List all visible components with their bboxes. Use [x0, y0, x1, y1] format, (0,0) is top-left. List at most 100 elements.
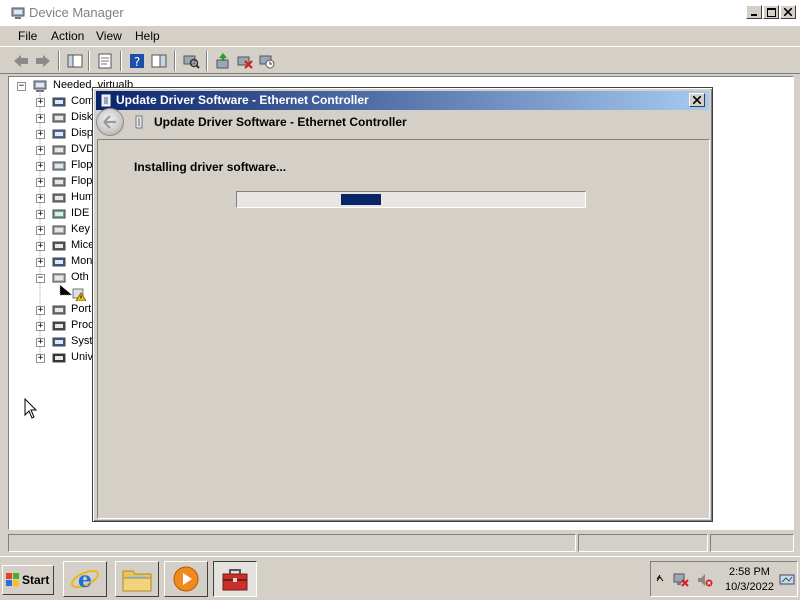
expand-icon[interactable]: +: [36, 98, 45, 107]
svg-text:e: e: [78, 567, 92, 593]
taskbar-app-windows-explorer[interactable]: [115, 561, 159, 597]
processor-icon: [52, 321, 66, 331]
wizard-content: Installing driver software...: [97, 139, 710, 519]
network-adapter-icon: [135, 115, 143, 129]
show-hidden-icons-chevron[interactable]: [656, 575, 664, 583]
tree-item-label: Disp: [71, 127, 94, 139]
taskbar-app-media-player[interactable]: [164, 561, 208, 597]
tree-item-label: Key: [71, 223, 90, 235]
scan-hardware-icon[interactable]: [182, 52, 200, 70]
expand-icon[interactable]: +: [36, 210, 45, 219]
tree-item-label: Flop: [71, 175, 93, 187]
expand-icon[interactable]: +: [36, 306, 45, 315]
device-manager-icon: [11, 7, 25, 19]
clock-time[interactable]: 2:58 PM: [729, 566, 770, 578]
ports-icon: [52, 305, 66, 315]
tree-item-label: Mon: [71, 255, 93, 267]
menu-action[interactable]: Action: [51, 29, 84, 43]
wizard-header-title: Update Driver Software - Ethernet Contro…: [154, 115, 407, 129]
menu-bar: File Action View Help: [0, 26, 800, 46]
back-icon[interactable]: [12, 52, 30, 70]
expand-icon[interactable]: +: [36, 130, 45, 139]
status-cell: [578, 534, 708, 552]
dvd-drive-icon: [52, 145, 66, 155]
uninstall-icon[interactable]: [236, 52, 254, 70]
tree-item-label: Proc: [71, 319, 94, 331]
tree-item-label: DVD: [71, 143, 95, 155]
toolbar-separator: [174, 51, 176, 71]
properties-icon[interactable]: [96, 52, 114, 70]
menu-view[interactable]: View: [96, 29, 122, 43]
taskbar: Start e 2:58 PM 10/3/2022: [0, 556, 800, 600]
forward-icon[interactable]: [34, 52, 52, 70]
maximize-button[interactable]: [763, 5, 779, 19]
tree-item-label: Hum: [71, 191, 95, 203]
volume-muted-icon[interactable]: [697, 573, 713, 587]
toolbar-separator: [206, 51, 208, 71]
dialog-title: Update Driver Software - Ethernet Contro…: [116, 93, 369, 107]
expand-icon[interactable]: +: [36, 242, 45, 251]
expand-icon[interactable]: +: [36, 354, 45, 363]
unknown-device-warning-icon: [72, 288, 86, 301]
action-pane-icon[interactable]: [150, 52, 168, 70]
action-center-icon[interactable]: [779, 574, 795, 586]
start-button[interactable]: Start: [2, 565, 54, 595]
ide-controller-icon: [52, 209, 66, 219]
expand-icon[interactable]: +: [36, 162, 45, 171]
maximize-icon: [766, 7, 776, 17]
tree-item-label: Com: [71, 95, 95, 107]
toolbar: ?: [0, 46, 800, 74]
disk-drive-icon: [52, 113, 66, 123]
window-title: Device Manager: [29, 5, 124, 20]
close-icon: [693, 96, 701, 104]
close-button[interactable]: [780, 5, 796, 19]
mouse-icon: [52, 241, 66, 251]
minimize-button[interactable]: [746, 5, 762, 19]
tree-item-label: Syst: [71, 335, 93, 347]
toolbar-separator: [120, 51, 122, 71]
taskbar-app-internet-explorer[interactable]: e: [63, 561, 107, 597]
show-hide-console-tree-icon[interactable]: [66, 52, 84, 70]
start-label: Start: [22, 573, 50, 587]
expand-icon[interactable]: +: [36, 146, 45, 155]
expand-icon[interactable]: +: [36, 258, 45, 267]
dialog-title-bar[interactable]: Update Driver Software - Ethernet Contro…: [96, 91, 709, 110]
tree-item-label: Flop: [71, 159, 93, 171]
expand-icon[interactable]: +: [36, 338, 45, 347]
notification-area: 2:58 PM 10/3/2022: [650, 561, 798, 597]
tree-item-label: Mice: [71, 239, 95, 251]
update-driver-icon[interactable]: [214, 52, 232, 70]
menu-file[interactable]: File: [18, 29, 37, 43]
dialog-close-button[interactable]: [689, 93, 705, 107]
expand-icon[interactable]: +: [36, 178, 45, 187]
toolbar-separator: [88, 51, 90, 71]
disable-icon[interactable]: [258, 52, 276, 70]
minimize-icon: [751, 14, 757, 16]
expand-icon[interactable]: +: [36, 114, 45, 123]
menu-help[interactable]: Help: [135, 29, 160, 43]
floppy-controller-icon: [52, 161, 66, 171]
internet-explorer-icon: e: [71, 567, 99, 593]
collapse-icon[interactable]: −: [17, 82, 26, 91]
title-bar[interactable]: Device Manager: [0, 0, 800, 26]
expand-icon[interactable]: +: [36, 322, 45, 331]
status-bar: [0, 534, 800, 554]
clock-date[interactable]: 10/3/2022: [725, 581, 774, 593]
help-icon[interactable]: ?: [128, 52, 146, 70]
progress-marquee-block: [341, 194, 381, 205]
taskbar-app-device-manager[interactable]: [213, 561, 257, 597]
expand-icon[interactable]: +: [36, 194, 45, 203]
media-player-icon: [173, 566, 199, 592]
floppy-drive-icon: [52, 177, 66, 187]
other-devices-icon: [52, 273, 66, 283]
collapse-icon[interactable]: −: [36, 274, 45, 283]
network-disconnected-icon[interactable]: [673, 573, 689, 587]
computer-icon: [52, 97, 66, 107]
monitor-icon: [52, 257, 66, 267]
windows-logo-icon: [6, 573, 19, 586]
status-cell: [710, 534, 794, 552]
system-devices-icon: [52, 337, 66, 347]
tree-item-label: Port: [71, 303, 92, 315]
expand-icon[interactable]: +: [36, 226, 45, 235]
wizard-back-button[interactable]: [96, 108, 124, 136]
